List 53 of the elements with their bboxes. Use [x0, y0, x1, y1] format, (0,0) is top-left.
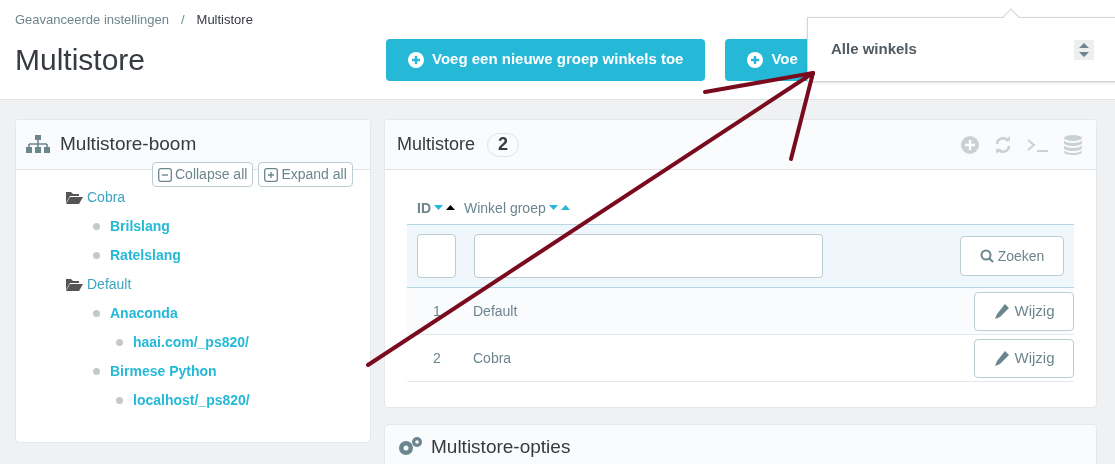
plus-square-icon [264, 167, 279, 182]
minus-square-icon [158, 167, 172, 182]
breadcrumb-link[interactable]: Geavanceerde instellingen [15, 10, 169, 30]
column-header[interactable]: Winkel groep [464, 197, 571, 219]
name-filter-field[interactable] [474, 234, 823, 278]
panel-title: Multistore-opties [431, 437, 571, 457]
pencil-icon [993, 303, 1009, 319]
sort-arrows-icon[interactable] [434, 205, 456, 211]
edit-button[interactable]: Wijzig [974, 291, 1074, 331]
breadcrumb-separator: / [179, 11, 186, 30]
bullet-icon [93, 368, 100, 375]
bullet-icon [93, 252, 100, 259]
page-title: Multistore [15, 42, 147, 78]
tree-shop-link[interactable]: Birmese Python [110, 361, 217, 382]
tree-url-link[interactable]: localhost/_ps820/ [133, 390, 250, 411]
tree-group-link[interactable]: Default [87, 274, 132, 295]
column-header[interactable]: ID [407, 197, 464, 219]
sitemap-icon [26, 134, 50, 155]
spinner-arrows-icon [1074, 39, 1094, 60]
edit-button[interactable]: Wijzig [974, 338, 1074, 378]
table-cell-text: 1 [432, 301, 442, 321]
plus-circle-icon [408, 51, 424, 68]
tree-shop-link[interactable]: Anaconda [110, 303, 178, 324]
tree-group-link[interactable]: Cobra [87, 187, 126, 208]
table-cell-text: Cobra [473, 348, 512, 368]
plus-circle-icon[interactable] [961, 135, 979, 154]
collapse-all-button[interactable]: Collapse all [152, 162, 254, 187]
refresh-icon[interactable] [994, 135, 1012, 154]
tree-url-link[interactable]: haai.com/_ps820/ [133, 332, 249, 353]
add-button[interactable]: Voeg een nieuwe groep winkels toe [386, 38, 706, 81]
tree-shop-link[interactable]: Brilslang [110, 216, 170, 237]
bullet-icon [93, 310, 100, 317]
pencil-icon [993, 350, 1009, 366]
panel-title: Multistore [397, 133, 476, 156]
search-icon [979, 249, 994, 263]
bullet-icon [93, 223, 100, 230]
folder-icon [66, 278, 83, 291]
bullet-icon [116, 397, 123, 404]
table-cell-text: 2 [432, 348, 442, 368]
terminal-icon[interactable] [1027, 136, 1049, 153]
search-button[interactable]: Zoeken [960, 236, 1064, 276]
breadcrumb-current: Multistore [196, 11, 253, 30]
panel-title: Multistore-boom [60, 132, 197, 157]
shop-select[interactable]: Alle winkels [831, 38, 1096, 61]
table-cell-text: Default [473, 301, 518, 321]
id-filter-field[interactable] [417, 234, 456, 278]
bullet-icon [116, 339, 123, 346]
plus-circle-icon [747, 51, 764, 68]
gears-icon [397, 437, 423, 457]
folder-icon [66, 191, 83, 204]
tree-shop-link[interactable]: Ratelslang [110, 245, 181, 266]
database-icon[interactable] [1064, 134, 1082, 155]
expand-all-button[interactable]: Expand all [258, 162, 353, 187]
